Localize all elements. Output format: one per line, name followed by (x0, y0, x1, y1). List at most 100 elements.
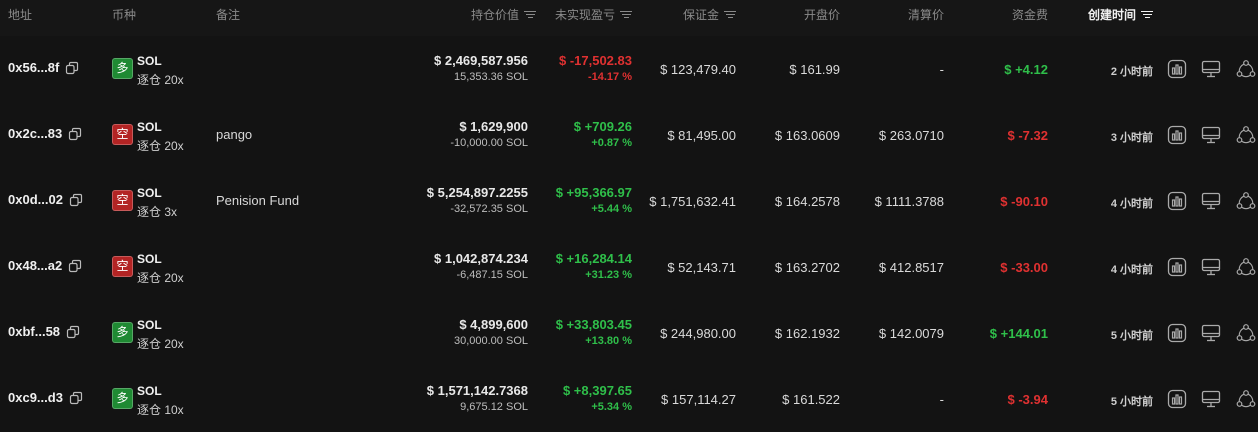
copy-icon[interactable] (66, 325, 80, 339)
position-size: 15,353.36 SOL (453, 71, 528, 83)
address-text: 0x56...8f (8, 60, 60, 75)
created-time: 4 小时前 (1110, 198, 1153, 210)
share-nodes-icon[interactable] (1236, 257, 1256, 277)
address-cell[interactable]: 0xc9...d3 (8, 390, 83, 405)
liq-price: - (939, 392, 944, 407)
created-time: 5 小时前 (1110, 396, 1153, 408)
funding-fee: $ -3.94 (1007, 392, 1048, 407)
liq-price: $ 412.8517 (878, 260, 944, 275)
address-cell[interactable]: 0x2c...83 (8, 126, 82, 141)
header-funding: 资金费 (1011, 8, 1048, 22)
share-nodes-icon[interactable] (1236, 191, 1256, 211)
table-row: 0x2c...83 空 SOL 逐仓 20x pango $ 1,629,900… (0, 102, 1258, 168)
entry-price: $ 163.2702 (774, 260, 840, 275)
chart-bars-icon[interactable] (1167, 59, 1187, 79)
monitor-icon[interactable] (1201, 125, 1221, 145)
position-size: 9,675.12 SOL (460, 401, 528, 413)
table-header: 地址 币种 备注 持仓价值 未实现盈亏 保证金 开盘价 清算价 资金费 创建时间 (0, 0, 1258, 36)
header-created[interactable]: 创建时间 (1088, 6, 1153, 23)
copy-icon[interactable] (68, 259, 82, 273)
header-margin[interactable]: 保证金 (683, 6, 736, 23)
address-text: 0xc9...d3 (8, 390, 63, 405)
chart-bars-icon[interactable] (1167, 323, 1187, 343)
note-text: pango (216, 127, 253, 142)
note-text: Penision Fund (216, 193, 300, 208)
header-address: 地址 (8, 8, 33, 22)
entry-price: $ 164.2578 (774, 194, 840, 209)
monitor-icon[interactable] (1201, 323, 1221, 343)
table-row: 0xc9...d3 多 SOL 逐仓 10x $ 1,571,142.7368 … (0, 366, 1258, 432)
funding-fee: $ -33.00 (1000, 260, 1048, 275)
address-cell[interactable]: 0xbf...58 (8, 324, 80, 339)
side-badge: 空 (112, 124, 133, 145)
side-badge: 多 (112, 388, 133, 409)
header-position-value[interactable]: 持仓价值 (471, 6, 536, 23)
unrealized-pnl: $ +709.26 (573, 119, 632, 134)
header-coin: 币种 (112, 8, 137, 22)
share-nodes-icon[interactable] (1236, 323, 1256, 343)
position-value: $ 1,042,874.234 (434, 251, 528, 266)
sort-icon (620, 10, 632, 19)
sort-icon (1141, 10, 1153, 19)
entry-price: $ 162.1932 (774, 326, 840, 341)
coin-name: SOL (137, 54, 162, 68)
share-nodes-icon[interactable] (1236, 59, 1256, 79)
share-nodes-icon[interactable] (1236, 389, 1256, 409)
unrealized-pnl: $ +16,284.14 (555, 251, 632, 266)
margin-value: $ 81,495.00 (667, 128, 736, 143)
copy-icon[interactable] (68, 127, 82, 141)
leverage-text: 逐仓 20x (137, 73, 184, 87)
leverage-text: 逐仓 20x (137, 139, 184, 153)
position-value: $ 1,571,142.7368 (426, 383, 528, 398)
side-badge: 空 (112, 190, 133, 211)
header-unrealized-pnl[interactable]: 未实现盈亏 (555, 6, 632, 23)
funding-fee: $ -90.10 (1000, 194, 1048, 209)
monitor-icon[interactable] (1201, 191, 1221, 211)
position-value: $ 1,629,900 (459, 119, 528, 134)
chart-bars-icon[interactable] (1167, 191, 1187, 211)
monitor-icon[interactable] (1201, 59, 1221, 79)
share-nodes-icon[interactable] (1236, 125, 1256, 145)
chart-bars-icon[interactable] (1167, 389, 1187, 409)
unrealized-pnl-pct: +5.34 % (591, 401, 632, 413)
unrealized-pnl-pct: +5.44 % (591, 203, 632, 215)
leverage-text: 逐仓 20x (137, 271, 184, 285)
unrealized-pnl-pct: +0.87 % (591, 137, 632, 149)
monitor-icon[interactable] (1201, 257, 1221, 277)
liq-price: - (939, 62, 944, 77)
position-value: $ 2,469,587.956 (434, 53, 528, 68)
created-time: 5 小时前 (1110, 330, 1153, 342)
sort-icon (724, 10, 736, 19)
margin-value: $ 123,479.40 (660, 62, 736, 77)
side-badge: 多 (112, 58, 133, 79)
unrealized-pnl-pct: +31.23 % (585, 269, 632, 281)
liq-price: $ 1111.3788 (874, 194, 944, 209)
created-time: 3 小时前 (1110, 132, 1153, 144)
position-size: -6,487.15 SOL (456, 269, 528, 281)
address-cell[interactable]: 0x48...a2 (8, 258, 82, 273)
funding-fee: $ +144.01 (989, 326, 1048, 341)
monitor-icon[interactable] (1201, 389, 1221, 409)
table-row: 0x0d...02 空 SOL 逐仓 3x Penision Fund $ 5,… (0, 168, 1258, 234)
sort-icon (524, 10, 536, 19)
margin-value: $ 52,143.71 (667, 260, 736, 275)
unrealized-pnl: $ -17,502.83 (558, 53, 632, 68)
position-value: $ 5,254,897.2255 (426, 185, 528, 200)
copy-icon[interactable] (69, 193, 83, 207)
leverage-text: 逐仓 20x (137, 337, 184, 351)
copy-icon[interactable] (69, 391, 83, 405)
leverage-text: 逐仓 10x (137, 403, 184, 417)
chart-bars-icon[interactable] (1167, 257, 1187, 277)
entry-price: $ 161.99 (789, 62, 840, 77)
coin-name: SOL (137, 384, 162, 398)
address-cell[interactable]: 0x0d...02 (8, 192, 83, 207)
funding-fee: $ -7.32 (1007, 128, 1048, 143)
unrealized-pnl: $ +8,397.65 (562, 383, 632, 398)
table-row: 0x56...8f 多 SOL 逐仓 20x $ 2,469,587.956 1… (0, 36, 1258, 102)
chart-bars-icon[interactable] (1167, 125, 1187, 145)
margin-value: $ 1,751,632.41 (649, 194, 736, 209)
copy-icon[interactable] (65, 61, 79, 75)
entry-price: $ 161.522 (782, 392, 840, 407)
address-cell[interactable]: 0x56...8f (8, 60, 79, 75)
coin-name: SOL (137, 120, 162, 134)
